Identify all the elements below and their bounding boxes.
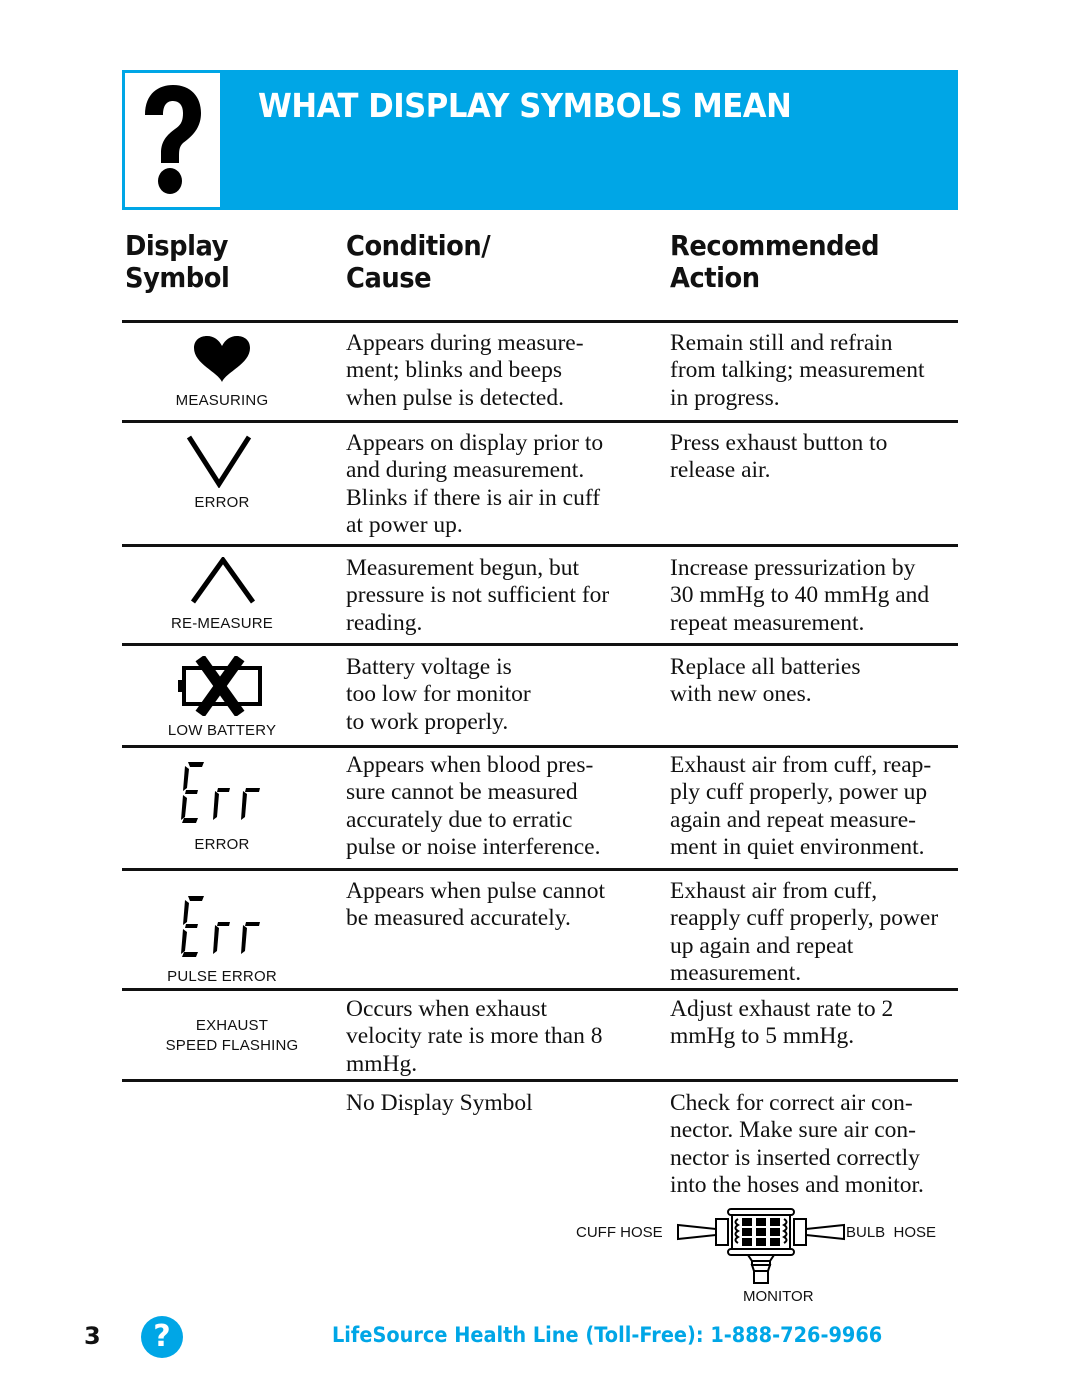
condition-text: Battery voltage is too low for monitor t… — [346, 654, 531, 735]
divider — [122, 544, 958, 547]
table-row: LOW BATTERY Battery voltage is too low f… — [122, 654, 958, 744]
question-mark-icon — [145, 85, 201, 194]
symbol-label: RE-MEASURE — [170, 615, 273, 632]
section-banner: WHAT DISPLAY SYMBOLS MEAN — [122, 70, 958, 210]
action-text: Check for correct air con- nector. Make … — [670, 1090, 924, 1198]
symbol-cell: PULSE ERROR — [122, 894, 322, 985]
table-row: EXHAUST SPEED FLASHING Occurs when exhau… — [122, 996, 958, 1078]
monitor-label: MONITOR — [743, 1288, 814, 1305]
symbol-cell: LOW BATTERY — [122, 656, 322, 739]
divider — [122, 420, 958, 423]
symbol-cell: ERROR — [122, 760, 322, 853]
table-row: RE-MEASURE Measurement begun, but pressu… — [122, 555, 958, 643]
table-row: MEASURING Appears during measure- ment; … — [122, 330, 958, 420]
health-line-phone: LifeSource Health Line (Toll-Free): 1-88… — [332, 1323, 883, 1347]
symbol-label: ERROR — [194, 494, 250, 511]
action-text: Remain still and refrain from talking; m… — [670, 330, 925, 411]
err-display-icon — [181, 762, 260, 823]
action-text: Increase pressurization by 30 mmHg to 40… — [670, 555, 930, 636]
air-connector-icon — [677, 1208, 845, 1284]
cuff-hose-label: CUFF HOSE — [576, 1224, 663, 1241]
divider — [122, 643, 958, 646]
table-row: ERROR Appears on display prior to and du… — [122, 430, 958, 544]
symbol-label: PULSE ERROR — [167, 968, 277, 985]
divider — [122, 868, 958, 871]
symbol-label: MEASURING — [175, 392, 269, 409]
bulb-hose-label: BULB HOSE — [846, 1224, 937, 1241]
question-circle-icon: ? — [141, 1316, 183, 1358]
down-chevron-icon — [186, 435, 252, 488]
heart-icon — [194, 336, 250, 382]
up-chevron-icon — [190, 557, 256, 604]
table-row: No Display Symbol Check for correct air … — [122, 1090, 958, 1210]
condition-text: Measurement begun, but pressure is not s… — [346, 555, 610, 636]
header-recommended-action: Recommended Action — [670, 229, 880, 294]
condition-text: Occurs when exhaust velocity rate is mor… — [346, 996, 603, 1077]
condition-text: No Display Symbol — [346, 1090, 533, 1116]
question-box — [125, 73, 220, 207]
action-text: Replace all batteries with new ones. — [670, 654, 861, 708]
symbol-cell: ERROR — [122, 434, 322, 511]
low-battery-icon — [178, 656, 262, 716]
symbol-label: LOW BATTERY — [167, 722, 277, 739]
err-display-icon — [181, 896, 260, 957]
action-text: Exhaust air from cuff, reap- ply cuff pr… — [670, 752, 932, 860]
action-text: Adjust exhaust rate to 2 mmHg to 5 mmHg. — [670, 996, 894, 1050]
condition-text: Appears when pulse cannot be measured ac… — [346, 878, 606, 932]
symbol-cell: MEASURING — [122, 334, 322, 409]
table-row: PULSE ERROR Appears when pulse cannot be… — [122, 878, 958, 988]
symbol-label: EXHAUST SPEED FLASHING — [165, 1017, 299, 1054]
condition-text: Appears on display prior to and during m… — [346, 430, 604, 538]
condition-text: Appears when blood pres- sure cannot be … — [346, 752, 601, 860]
symbol-cell: RE-MEASURE — [122, 557, 322, 632]
table-row: ERROR Appears when blood pres- sure cann… — [122, 752, 958, 868]
symbol-label: ERROR — [194, 836, 250, 853]
divider — [122, 745, 958, 748]
divider — [122, 1079, 958, 1082]
divider — [122, 320, 958, 323]
page-title: WHAT DISPLAY SYMBOLS MEAN — [258, 86, 792, 125]
action-text: Exhaust air from cuff, reapply cuff prop… — [670, 878, 939, 986]
divider — [122, 988, 958, 991]
header-condition-cause: Condition/ Cause — [346, 229, 491, 294]
symbol-cell: EXHAUST SPEED FLASHING — [122, 1016, 342, 1056]
header-display-symbol: Display Symbol — [125, 229, 230, 294]
action-text: Press exhaust button to release air. — [670, 430, 888, 484]
condition-text: Appears during measure- ment; blinks and… — [346, 330, 584, 411]
table-header: Display Symbol Condition/ Cause Recommen… — [122, 230, 958, 310]
page-number: 3 — [84, 1322, 101, 1350]
